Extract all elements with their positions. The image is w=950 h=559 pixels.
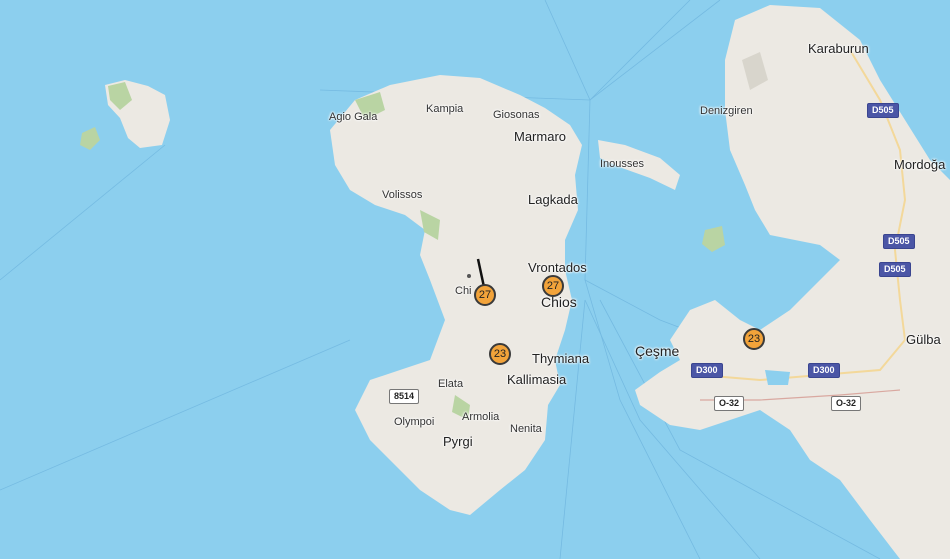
cluster-marker[interactable]: 27 <box>474 284 496 306</box>
map-canvas[interactable]: Agio Gala Kampia Giosonas Marmaro Voliss… <box>0 0 950 559</box>
marker-dot <box>467 274 471 278</box>
marker-overlay <box>467 258 486 288</box>
cluster-marker[interactable]: 23 <box>743 328 765 350</box>
cluster-marker[interactable]: 23 <box>489 343 511 365</box>
cluster-marker[interactable]: 27 <box>542 275 564 297</box>
marker-line <box>476 258 486 288</box>
